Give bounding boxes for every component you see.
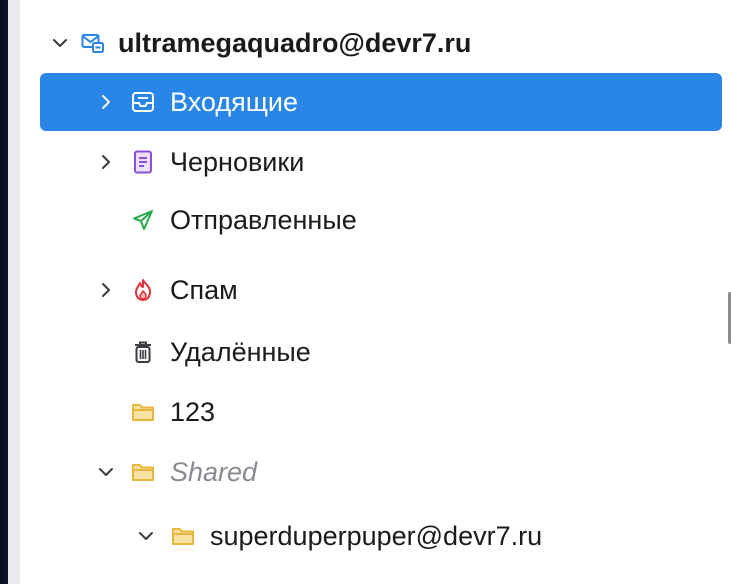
mail-account-icon xyxy=(80,30,106,56)
folder-label: Удалённые xyxy=(170,336,311,367)
folder-icon xyxy=(130,399,156,425)
folder-row-drafts[interactable]: Черновики xyxy=(40,133,722,191)
account-name: ultramegaquadro@devr7.ru xyxy=(118,27,472,58)
folder-label: Отправленные xyxy=(170,204,357,235)
folder-label: superduperpuper@devr7.ru xyxy=(210,520,543,551)
folder-row-inbox[interactable]: Входящие xyxy=(40,73,722,131)
chevron-right-icon[interactable] xyxy=(94,90,118,114)
spam-icon xyxy=(130,277,156,303)
folder-icon xyxy=(130,459,156,485)
trash-icon xyxy=(130,339,156,365)
chevron-down-icon[interactable] xyxy=(134,524,158,548)
folder-label: 123 xyxy=(170,396,216,427)
folder-label: Входящие xyxy=(170,86,299,117)
chevron-right-icon[interactable] xyxy=(94,150,118,174)
folder-row-spam[interactable]: Спам xyxy=(40,261,722,319)
folder-row-123[interactable]: 123 xyxy=(40,383,722,441)
chevron-down-icon[interactable] xyxy=(94,460,118,484)
folder-label: Черновики xyxy=(170,146,305,177)
sent-icon xyxy=(130,207,156,233)
folder-label: Shared xyxy=(170,456,258,487)
folder-row-superduperpuper[interactable]: superduperpuper@devr7.ru xyxy=(40,507,722,565)
inbox-icon xyxy=(130,89,156,115)
folder-label: Спам xyxy=(170,274,238,305)
folder-pane-edge xyxy=(8,0,20,584)
folder-row-shared[interactable]: Shared xyxy=(40,443,722,501)
chevron-down-icon[interactable] xyxy=(48,31,72,55)
chevron-right-icon[interactable] xyxy=(94,278,118,302)
drafts-icon xyxy=(130,149,156,175)
folder-row-trash[interactable]: Удалённые xyxy=(40,323,722,381)
folder-icon xyxy=(170,523,196,549)
folder-row-sent[interactable]: Отправленные xyxy=(40,191,722,249)
account-row[interactable]: ultramegaquadro@devr7.ru xyxy=(48,14,730,72)
